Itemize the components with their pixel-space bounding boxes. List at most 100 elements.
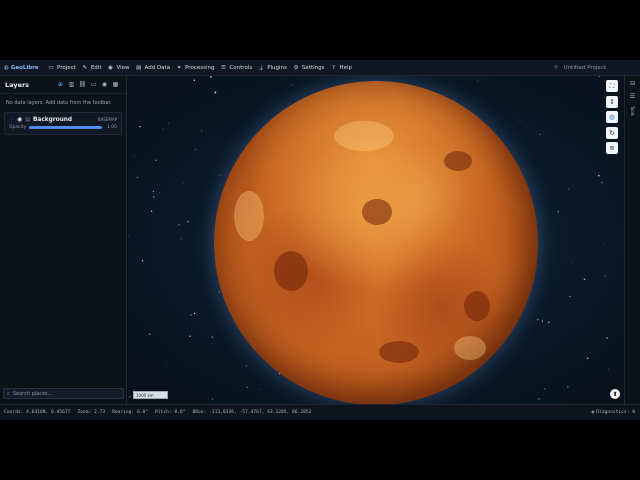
star (148, 333, 151, 336)
book-icon[interactable]: ▥ (66, 79, 77, 90)
pencil-icon: ✎ (82, 64, 88, 71)
project-title[interactable]: ☼ Untitled Project (553, 64, 606, 71)
star (194, 148, 197, 150)
star (477, 80, 478, 82)
opacity-label: Opacity (9, 125, 27, 130)
menu-controls[interactable]: ☰ Controls (220, 60, 252, 75)
folder-icon: ▭ (48, 64, 54, 71)
tools-icon[interactable]: ☰ (630, 93, 635, 100)
tools-label[interactable]: Tools (630, 106, 635, 116)
help-icon: ? (332, 64, 335, 71)
star (597, 174, 600, 177)
search-box[interactable]: ⌕ (3, 388, 124, 399)
plug-icon: ⏚ (258, 65, 264, 72)
menu-label: Processing (185, 64, 215, 71)
map-canvas[interactable]: 1000 km ⬆ (128, 76, 624, 404)
layers-header: Layers ⊕ ▥ ⛓ ▭ ◉ ▦ (0, 76, 126, 94)
link-icon[interactable]: ⛓ (77, 79, 88, 90)
map-controls: ⛶ ↕ ◍ ↻ ≋ (606, 80, 620, 158)
drag-handle-icon[interactable]: ⋮ (9, 117, 14, 123)
star (245, 365, 247, 367)
star (193, 312, 196, 315)
diagnostics-icon: ◉ (591, 410, 595, 415)
opacity-value: 1.00 (106, 125, 117, 130)
opacity-slider[interactable] (29, 126, 102, 129)
database-icon: ▤ (135, 64, 142, 71)
star (541, 320, 544, 322)
layer-item-background[interactable]: ⋮ ◉ ▤ Background BASEMAP Opacity 1.00 (4, 112, 122, 135)
diagnostics-label: Diagnostics: 0 (596, 410, 635, 415)
star (601, 182, 603, 184)
star (214, 91, 217, 94)
star (538, 398, 540, 400)
menu-add-data[interactable]: ▤ Add Data (135, 60, 170, 75)
star (190, 314, 192, 316)
menu-label: View (116, 64, 130, 71)
star (183, 183, 185, 184)
visibility-eye-icon[interactable]: ◉ (17, 116, 22, 123)
menu-label: Project (57, 64, 76, 71)
search-input[interactable] (12, 390, 113, 397)
star (210, 76, 212, 78)
star (168, 122, 169, 124)
star (260, 389, 261, 391)
menu-label: Edit (90, 64, 102, 71)
panel-toggle-icon[interactable]: ⊟ (630, 80, 635, 87)
wrench-icon: ✦ (176, 64, 182, 71)
refresh-icon[interactable]: ↻ (606, 126, 618, 139)
add-layer-icon[interactable]: ⊕ (55, 79, 66, 90)
menu-plugins[interactable]: ⏚ Plugins (258, 60, 287, 75)
surface-feature (444, 151, 472, 171)
status-bearing: Bearing: 0.0° (112, 410, 149, 415)
layers-stack-icon[interactable]: ≋ (606, 142, 618, 154)
menu-view[interactable]: ◉ View (107, 60, 129, 75)
star (141, 260, 144, 262)
globe-projection-icon[interactable]: ◍ (606, 111, 618, 123)
menu-help[interactable]: ? Help (330, 60, 352, 75)
status-bbox: BBox: -113.0336, -57.4767, 43.1285, 86.2… (192, 410, 312, 415)
menu-edit[interactable]: ✎ Edit (82, 60, 102, 75)
menu-bar: ◍ GeoLibre ▭ Project ✎ Edit ◉ View ▤ Add Data ✦ P… (0, 60, 640, 76)
basemap-icon: ▤ (25, 116, 30, 123)
star (129, 396, 131, 398)
star (211, 398, 214, 400)
star (211, 336, 213, 338)
scale-label: 1000 km (136, 392, 154, 398)
status-bar: Coords: 4.6418N, 0.4567T Zoom: 2.73 Bear… (0, 404, 640, 420)
layer-name: Background (32, 116, 73, 123)
folder-icon[interactable]: ▭ (88, 79, 99, 90)
status-zoom: Zoom: 2.73 (77, 410, 106, 415)
menu-label: Plugins (267, 64, 287, 71)
star (537, 319, 539, 321)
fullscreen-icon[interactable]: ⛶ (606, 80, 618, 92)
star (180, 238, 182, 240)
layers-title: Layers (5, 80, 30, 89)
gear-icon: ⚙ (293, 64, 299, 71)
menu-settings[interactable]: ⚙ Settings (293, 60, 324, 75)
menu-processing[interactable]: ✦ Processing (176, 60, 215, 75)
star (544, 388, 546, 390)
surface-feature (362, 199, 392, 225)
surface-feature (379, 341, 419, 363)
eye-icon[interactable]: ◉ (99, 79, 110, 90)
status-pitch: Pitch: 0.0° (155, 410, 186, 415)
planet-globe[interactable] (214, 81, 538, 404)
diagnostics[interactable]: ◉ Diagnostics: 0 (591, 410, 635, 415)
table-icon[interactable]: ▦ (110, 79, 121, 90)
surface-highlight (334, 121, 394, 151)
layer-type-badge: BASEMAP (97, 117, 117, 122)
surface-highlight (234, 191, 264, 241)
star (291, 84, 293, 86)
eye-icon: ◉ (108, 64, 113, 71)
star (567, 386, 569, 388)
menu-project[interactable]: ▭ Project (48, 60, 76, 75)
app-window: ◍ GeoLibre ▭ Project ✎ Edit ◉ View ▤ Add Data ✦ P… (0, 60, 640, 420)
star (583, 278, 586, 280)
right-rail: ⊟ ☰ Tools (624, 76, 640, 404)
star (539, 133, 541, 136)
app-brand[interactable]: ◍ GeoLibre (0, 65, 42, 71)
star (159, 192, 161, 194)
star (571, 262, 572, 263)
north-arrow-icon[interactable]: ⬆ (610, 389, 620, 399)
compass-reset-icon[interactable]: ↕ (606, 95, 618, 108)
